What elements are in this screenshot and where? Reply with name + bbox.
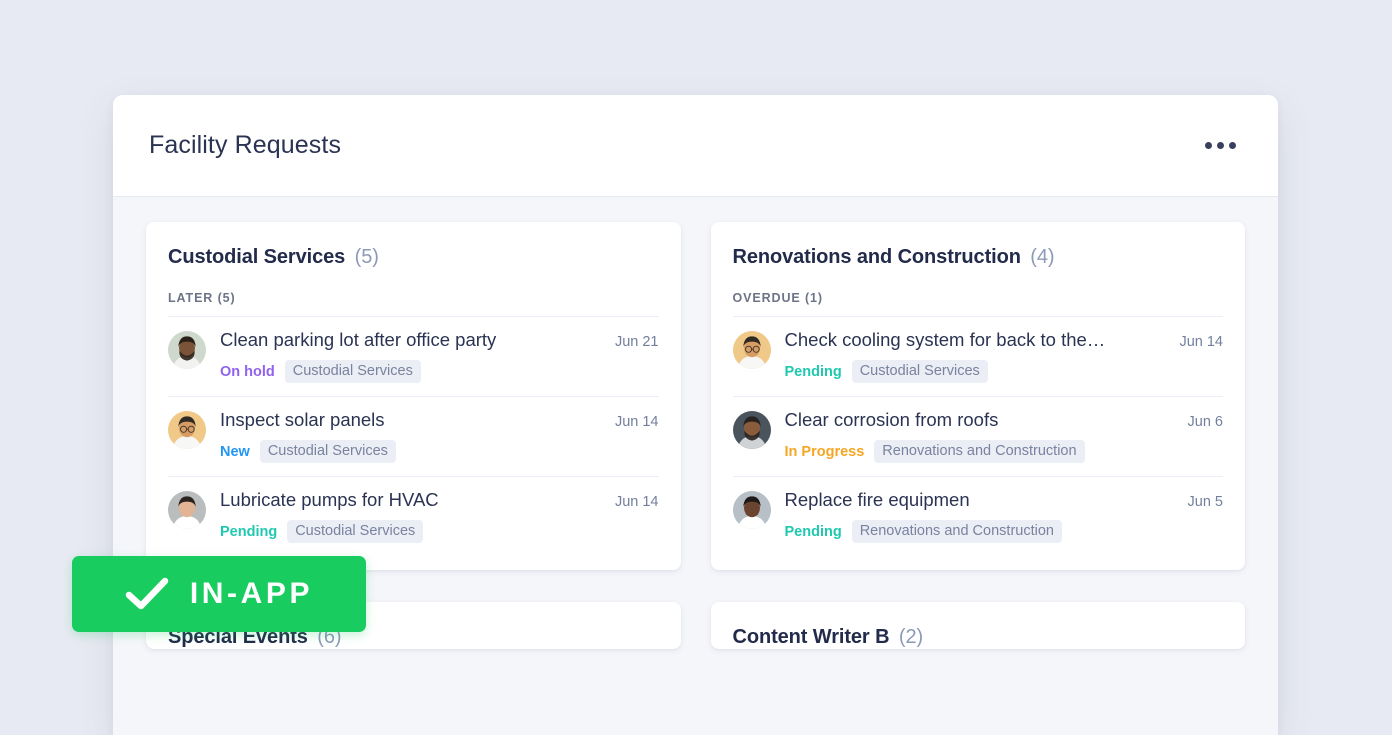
avatar xyxy=(168,491,206,529)
group-title-count: (4) xyxy=(1030,246,1055,268)
status-badge[interactable]: On hold xyxy=(220,364,275,380)
task-title[interactable]: Inspect solar panels xyxy=(220,409,385,431)
task-title[interactable]: Lubricate pumps for HVAC xyxy=(220,489,439,511)
more-dot-icon xyxy=(1205,142,1212,149)
more-dot-icon xyxy=(1229,142,1236,149)
task-header-row: Inspect solar panels Jun 14 xyxy=(220,409,659,431)
in-app-badge-label: IN-APP xyxy=(189,577,314,610)
task-due-date: Jun 6 xyxy=(1187,414,1223,430)
project-chip[interactable]: Renovations and Construction xyxy=(851,520,1062,543)
group-title-text: Content Writer B xyxy=(732,626,890,648)
avatar xyxy=(168,331,206,369)
task-due-date: Jun 14 xyxy=(614,494,659,510)
group-card: Content Writer B (2) xyxy=(710,602,1245,649)
task-header-row: Lubricate pumps for HVAC Jun 14 xyxy=(220,489,659,511)
task-content: Clear corrosion from roofs Jun 6 In Progre… xyxy=(785,409,1224,463)
project-chip[interactable]: Custodial Services xyxy=(284,360,421,383)
task-row[interactable]: Clear corrosion from roofs Jun 6 In Progre… xyxy=(732,396,1224,476)
task-meta-row: New Custodial Services xyxy=(220,440,659,463)
app-window: Facility Requests Custodial Services (5)… xyxy=(113,95,1278,735)
task-title[interactable]: Clear corrosion from roofs xyxy=(785,409,999,431)
project-chip[interactable]: Custodial Services xyxy=(259,440,396,463)
task-content: Lubricate pumps for HVAC Jun 14 Pending Cus… xyxy=(220,489,659,543)
task-content: Clean parking lot after office party Jun … xyxy=(220,329,659,383)
task-header-row: Clear corrosion from roofs Jun 6 xyxy=(785,409,1224,431)
group-title: Content Writer B (2) xyxy=(733,626,1224,649)
section-label: OVERDUE (1) xyxy=(732,291,823,305)
status-badge[interactable]: In Progress xyxy=(785,444,865,460)
project-chip[interactable]: Custodial Services xyxy=(851,360,988,383)
task-content: Inspect solar panels Jun 14 New Custodial S… xyxy=(220,409,659,463)
project-chip[interactable]: Custodial Services xyxy=(287,520,424,543)
task-content: Replace fire equipmen Jun 5 Pending Renovat… xyxy=(785,489,1224,543)
task-title[interactable]: Replace fire equipmen xyxy=(785,489,970,511)
avatar xyxy=(732,491,771,529)
task-content: Check cooling system for back to the… Jun… xyxy=(785,329,1224,383)
window-header: Facility Requests xyxy=(113,95,1278,197)
avatar xyxy=(168,411,206,449)
status-badge[interactable]: New xyxy=(220,444,250,460)
task-header-row: Clean parking lot after office party Jun … xyxy=(220,329,659,351)
task-header-row: Replace fire equipmen Jun 5 xyxy=(785,489,1224,511)
task-row[interactable]: Check cooling system for back to the… Jun… xyxy=(732,316,1224,396)
group-card: Renovations and Construction (4) OVERDUE … xyxy=(710,222,1245,570)
section-label: LATER (5) xyxy=(168,291,236,305)
task-title[interactable]: Clean parking lot after office party xyxy=(220,329,496,351)
group-card: Custodial Services (5) LATER (5) Clean pa… xyxy=(146,222,681,570)
task-due-date: Jun 14 xyxy=(614,414,659,430)
group-title: Custodial Services (5) xyxy=(168,246,659,269)
status-badge[interactable]: Pending xyxy=(785,524,842,540)
task-row[interactable]: Replace fire equipmen Jun 5 Pending Renovat… xyxy=(732,476,1224,556)
group-title-text: Custodial Services xyxy=(168,246,346,268)
avatar xyxy=(732,331,771,369)
avatar xyxy=(732,411,771,449)
task-list: Check cooling system for back to the… Jun… xyxy=(732,316,1224,556)
status-badge[interactable]: Pending xyxy=(785,364,842,380)
check-icon xyxy=(125,577,169,611)
task-due-date: Jun 21 xyxy=(614,334,659,350)
group-title: Renovations and Construction (4) xyxy=(733,246,1224,269)
task-meta-row: Pending Custodial Services xyxy=(785,360,1224,383)
task-meta-row: Pending Renovations and Construction xyxy=(785,520,1224,543)
task-list: Clean parking lot after office party Jun … xyxy=(168,316,659,556)
task-meta-row: On hold Custodial Services xyxy=(220,360,659,383)
status-badge[interactable]: Pending xyxy=(220,524,277,540)
task-due-date: Jun 5 xyxy=(1187,494,1223,510)
task-meta-row: Pending Custodial Services xyxy=(220,520,659,543)
task-meta-row: In Progress Renovations and Construction xyxy=(785,440,1224,463)
task-header-row: Check cooling system for back to the… Jun… xyxy=(785,329,1224,351)
task-row[interactable]: Inspect solar panels Jun 14 New Custodial S… xyxy=(168,396,659,476)
in-app-badge: IN-APP xyxy=(72,556,366,632)
task-row[interactable]: Lubricate pumps for HVAC Jun 14 Pending Cus… xyxy=(168,476,659,556)
group-title-count: (5) xyxy=(354,246,379,268)
more-dot-icon xyxy=(1217,142,1224,149)
page-title: Facility Requests xyxy=(149,131,342,159)
task-title[interactable]: Check cooling system for back to the… xyxy=(785,329,1106,351)
group-title-count: (2) xyxy=(898,626,924,648)
task-row[interactable]: Clean parking lot after office party Jun … xyxy=(168,316,659,396)
more-options-button[interactable] xyxy=(1199,132,1242,159)
task-due-date: Jun 14 xyxy=(1179,334,1223,350)
project-chip[interactable]: Renovations and Construction xyxy=(874,440,1085,463)
group-title-text: Renovations and Construction xyxy=(732,246,1021,268)
